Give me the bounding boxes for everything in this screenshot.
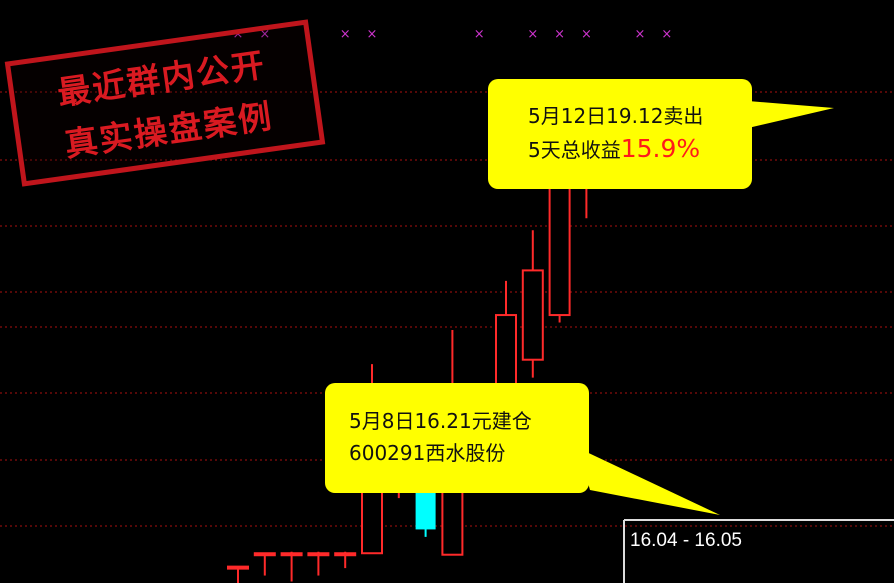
sell-callout: 5月12日19.12卖出 5天总收益15.9%	[488, 79, 752, 189]
price-range-label: 16.04 - 16.05	[630, 530, 742, 551]
candle-body	[307, 552, 330, 557]
sell-callout-pointer	[748, 101, 834, 128]
sell-return-value: 15.9%	[620, 134, 701, 163]
sell-callout-line1: 5月12日19.12卖出	[528, 104, 704, 128]
signal-marker: ×	[554, 27, 565, 42]
candle-body	[227, 565, 249, 570]
signal-marker: ×	[367, 27, 378, 42]
signal-marker: ×	[340, 27, 351, 42]
candle-body	[521, 269, 544, 361]
buy-callout-pointer	[578, 448, 720, 515]
candle-body	[253, 552, 276, 557]
signal-marker: ×	[527, 27, 538, 42]
signal-marker: ×	[661, 27, 672, 42]
candle-body	[334, 552, 357, 557]
signal-marker: ×	[635, 27, 646, 42]
buy-callout: 5月8日16.21元建仓 600291西水股份	[325, 383, 589, 493]
signal-marker: ×	[474, 27, 485, 42]
sell-callout-line2: 5天总收益15.9%	[528, 134, 700, 165]
signal-marker: ×	[581, 27, 592, 42]
buy-callout-line1: 5月8日16.21元建仓	[349, 409, 532, 433]
sell-callout-label: 5天总收益	[528, 138, 621, 162]
candle-body	[280, 552, 303, 557]
buy-callout-line2: 600291西水股份	[349, 441, 506, 465]
